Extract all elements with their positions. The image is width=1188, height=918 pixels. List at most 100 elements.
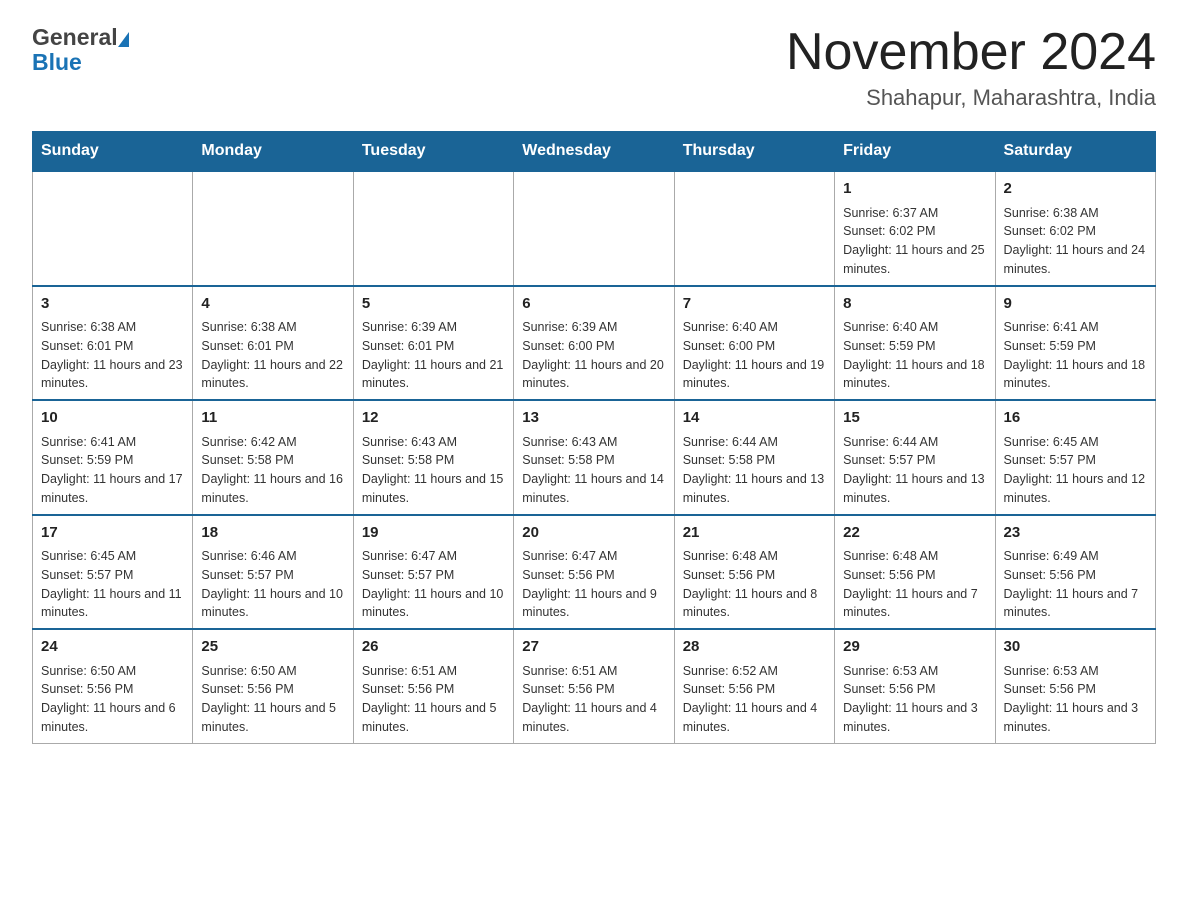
day-info: Sunrise: 6:41 AM Sunset: 5:59 PM Dayligh… [1004, 318, 1147, 393]
logo: General Blue [32, 24, 129, 76]
day-info: Sunrise: 6:42 AM Sunset: 5:58 PM Dayligh… [201, 433, 344, 508]
day-number: 28 [683, 636, 826, 659]
day-cell: 14 Sunrise: 6:44 AM Sunset: 5:58 PM Dayli… [674, 400, 834, 515]
week-row-4: 17Sunrise: 6:45 AM Sunset: 5:57 PM Dayli… [33, 515, 1156, 630]
day-cell: 29 Sunrise: 6:53 AM Sunset: 5:56 PM Dayli… [835, 629, 995, 743]
day-cell: 15Sunrise: 6:44 AM Sunset: 5:57 PM Dayli… [835, 400, 995, 515]
day-cell: 27 Sunrise: 6:51 AM Sunset: 5:56 PM Dayli… [514, 629, 674, 743]
day-number: 23 [1004, 522, 1147, 545]
day-cell: 23Sunrise: 6:49 AM Sunset: 5:56 PM Dayli… [995, 515, 1155, 630]
col-header-sunday: Sunday [33, 132, 193, 172]
day-cell: 4Sunrise: 6:38 AM Sunset: 6:01 PM Daylig… [193, 286, 353, 401]
day-cell: 6Sunrise: 6:39 AM Sunset: 6:00 PM Daylig… [514, 286, 674, 401]
day-number: 7 [683, 293, 826, 316]
day-number: 29 [843, 636, 986, 659]
day-cell [33, 171, 193, 286]
col-header-thursday: Thursday [674, 132, 834, 172]
day-info: Sunrise: 6:50 AM Sunset: 5:56 PM Dayligh… [201, 662, 344, 737]
day-number: 17 [41, 522, 184, 545]
day-number: 5 [362, 293, 505, 316]
day-info: Sunrise: 6:49 AM Sunset: 5:56 PM Dayligh… [1004, 547, 1147, 622]
week-row-2: 3Sunrise: 6:38 AM Sunset: 6:01 PM Daylig… [33, 286, 1156, 401]
day-cell: 5Sunrise: 6:39 AM Sunset: 6:01 PM Daylig… [353, 286, 513, 401]
day-cell: 13Sunrise: 6:43 AM Sunset: 5:58 PM Dayli… [514, 400, 674, 515]
day-number: 8 [843, 293, 986, 316]
title-area: November 2024 Shahapur, Maharashtra, Ind… [786, 24, 1156, 111]
day-number: 3 [41, 293, 184, 316]
day-number: 14 [683, 407, 826, 430]
day-cell [514, 171, 674, 286]
week-row-1: 1 Sunrise: 6:37 AM Sunset: 6:02 PM Daylig… [33, 171, 1156, 286]
day-info: Sunrise: 6:53 AM Sunset: 5:56 PM Dayligh… [843, 662, 986, 737]
day-info: Sunrise: 6:48 AM Sunset: 5:56 PM Dayligh… [843, 547, 986, 622]
week-row-5: 24 Sunrise: 6:50 AM Sunset: 5:56 PM Dayli… [33, 629, 1156, 743]
col-header-monday: Monday [193, 132, 353, 172]
day-number: 13 [522, 407, 665, 430]
day-info: Sunrise: 6:50 AM Sunset: 5:56 PM Dayligh… [41, 662, 184, 737]
day-number: 6 [522, 293, 665, 316]
day-cell: 1 Sunrise: 6:37 AM Sunset: 6:02 PM Daylig… [835, 171, 995, 286]
day-info: Sunrise: 6:41 AM Sunset: 5:59 PM Dayligh… [41, 433, 184, 508]
day-number: 27 [522, 636, 665, 659]
day-number: 24 [41, 636, 184, 659]
day-info: Sunrise: 6:37 AM Sunset: 6:02 PM Dayligh… [843, 204, 986, 279]
day-number: 16 [1004, 407, 1147, 430]
logo-arrow-icon [118, 32, 129, 47]
day-cell [353, 171, 513, 286]
day-cell: 20Sunrise: 6:47 AM Sunset: 5:56 PM Dayli… [514, 515, 674, 630]
day-cell [674, 171, 834, 286]
day-cell: 25 Sunrise: 6:50 AM Sunset: 5:56 PM Dayli… [193, 629, 353, 743]
logo-blue-text: Blue [32, 49, 129, 76]
day-number: 20 [522, 522, 665, 545]
day-number: 30 [1004, 636, 1147, 659]
day-cell: 11 Sunrise: 6:42 AM Sunset: 5:58 PM Dayli… [193, 400, 353, 515]
day-cell: 28 Sunrise: 6:52 AM Sunset: 5:56 PM Dayli… [674, 629, 834, 743]
day-cell: 10 Sunrise: 6:41 AM Sunset: 5:59 PM Dayli… [33, 400, 193, 515]
day-info: Sunrise: 6:47 AM Sunset: 5:57 PM Dayligh… [362, 547, 505, 622]
day-info: Sunrise: 6:40 AM Sunset: 6:00 PM Dayligh… [683, 318, 826, 393]
col-header-friday: Friday [835, 132, 995, 172]
day-cell: 7Sunrise: 6:40 AM Sunset: 6:00 PM Daylig… [674, 286, 834, 401]
logo-general-text: General [32, 24, 118, 51]
day-number: 2 [1004, 178, 1147, 201]
day-cell: 16 Sunrise: 6:45 AM Sunset: 5:57 PM Dayli… [995, 400, 1155, 515]
day-info: Sunrise: 6:44 AM Sunset: 5:58 PM Dayligh… [683, 433, 826, 508]
day-info: Sunrise: 6:46 AM Sunset: 5:57 PM Dayligh… [201, 547, 344, 622]
day-cell: 22Sunrise: 6:48 AM Sunset: 5:56 PM Dayli… [835, 515, 995, 630]
day-number: 4 [201, 293, 344, 316]
day-cell: 8Sunrise: 6:40 AM Sunset: 5:59 PM Daylig… [835, 286, 995, 401]
day-info: Sunrise: 6:45 AM Sunset: 5:57 PM Dayligh… [1004, 433, 1147, 508]
day-info: Sunrise: 6:44 AM Sunset: 5:57 PM Dayligh… [843, 433, 986, 508]
day-cell: 26Sunrise: 6:51 AM Sunset: 5:56 PM Dayli… [353, 629, 513, 743]
day-info: Sunrise: 6:45 AM Sunset: 5:57 PM Dayligh… [41, 547, 184, 622]
day-info: Sunrise: 6:38 AM Sunset: 6:02 PM Dayligh… [1004, 204, 1147, 279]
day-cell: 18Sunrise: 6:46 AM Sunset: 5:57 PM Dayli… [193, 515, 353, 630]
day-cell [193, 171, 353, 286]
day-cell: 9Sunrise: 6:41 AM Sunset: 5:59 PM Daylig… [995, 286, 1155, 401]
calendar-table: SundayMondayTuesdayWednesdayThursdayFrid… [32, 131, 1156, 744]
day-number: 11 [201, 407, 344, 430]
day-info: Sunrise: 6:53 AM Sunset: 5:56 PM Dayligh… [1004, 662, 1147, 737]
day-info: Sunrise: 6:40 AM Sunset: 5:59 PM Dayligh… [843, 318, 986, 393]
day-number: 10 [41, 407, 184, 430]
day-cell: 12Sunrise: 6:43 AM Sunset: 5:58 PM Dayli… [353, 400, 513, 515]
day-info: Sunrise: 6:39 AM Sunset: 6:01 PM Dayligh… [362, 318, 505, 393]
col-header-tuesday: Tuesday [353, 132, 513, 172]
col-header-wednesday: Wednesday [514, 132, 674, 172]
day-number: 18 [201, 522, 344, 545]
day-number: 21 [683, 522, 826, 545]
day-info: Sunrise: 6:52 AM Sunset: 5:56 PM Dayligh… [683, 662, 826, 737]
day-cell: 17Sunrise: 6:45 AM Sunset: 5:57 PM Dayli… [33, 515, 193, 630]
subtitle: Shahapur, Maharashtra, India [786, 85, 1156, 111]
day-number: 22 [843, 522, 986, 545]
day-info: Sunrise: 6:51 AM Sunset: 5:56 PM Dayligh… [522, 662, 665, 737]
day-number: 9 [1004, 293, 1147, 316]
day-info: Sunrise: 6:43 AM Sunset: 5:58 PM Dayligh… [362, 433, 505, 508]
day-number: 1 [843, 178, 986, 201]
day-info: Sunrise: 6:38 AM Sunset: 6:01 PM Dayligh… [41, 318, 184, 393]
day-cell: 24 Sunrise: 6:50 AM Sunset: 5:56 PM Dayli… [33, 629, 193, 743]
day-cell: 21Sunrise: 6:48 AM Sunset: 5:56 PM Dayli… [674, 515, 834, 630]
day-number: 26 [362, 636, 505, 659]
day-number: 25 [201, 636, 344, 659]
day-info: Sunrise: 6:38 AM Sunset: 6:01 PM Dayligh… [201, 318, 344, 393]
